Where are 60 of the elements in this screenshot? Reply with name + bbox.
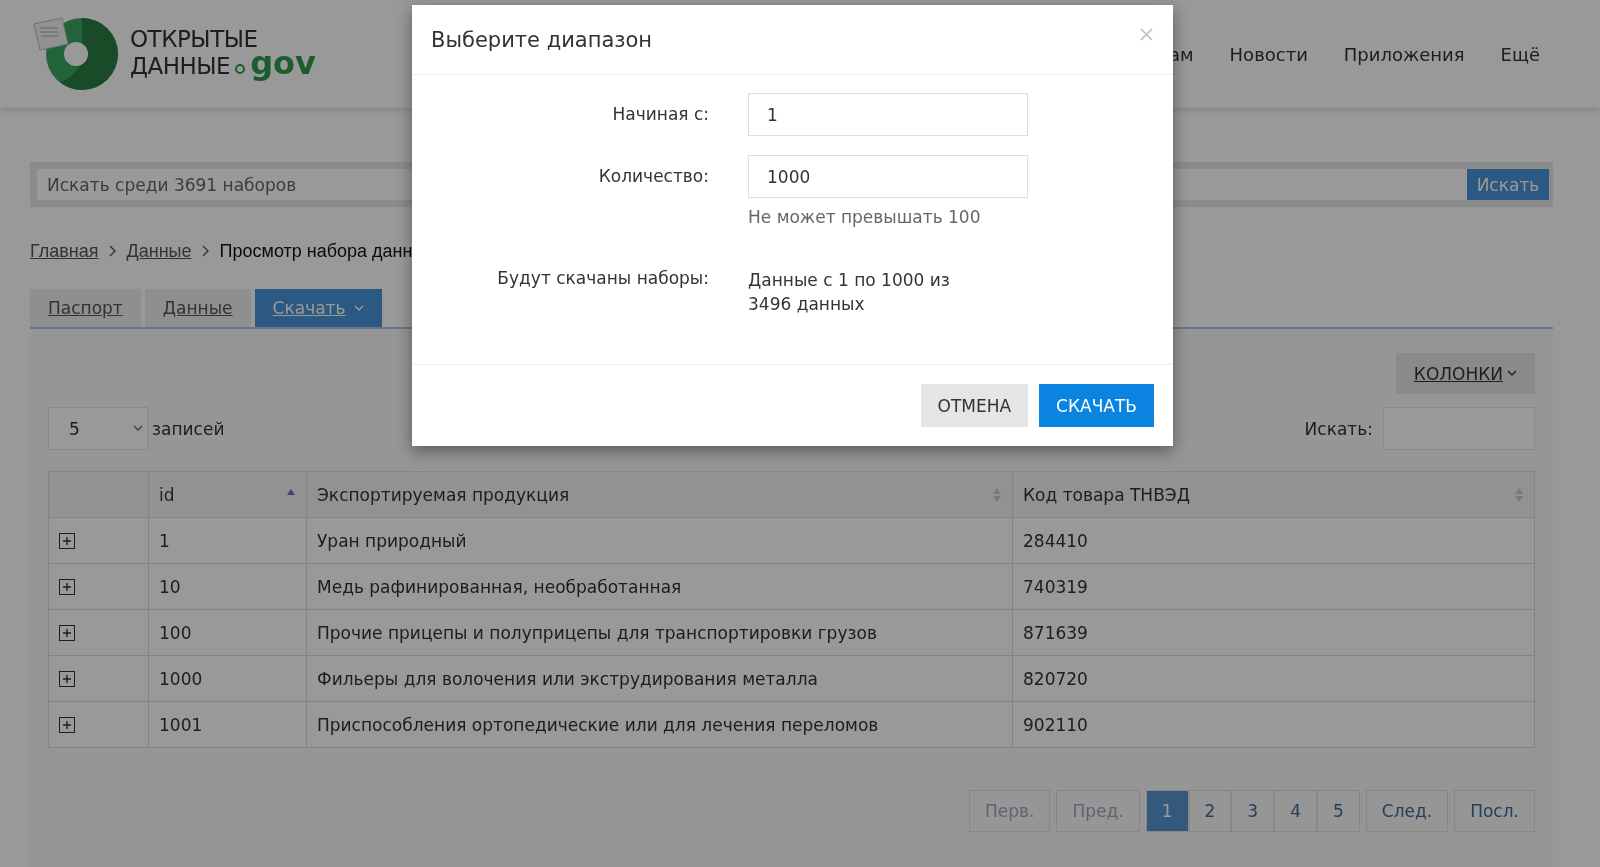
tab[interactable]: Скачать xyxy=(254,289,382,327)
pager-nav-button[interactable]: След. xyxy=(1365,790,1449,832)
chevron-down-icon xyxy=(133,425,143,432)
columns-button[interactable]: КОЛОНКИ xyxy=(1395,353,1535,394)
column-header[interactable]: Код товара ТНВЭД xyxy=(1012,471,1535,518)
chevron-icon xyxy=(108,245,117,257)
table-cell: 1 xyxy=(148,517,307,564)
modal-title: Выберите диапазон xyxy=(431,27,653,52)
input-field[interactable]: 1 xyxy=(748,93,1028,136)
field-label: Начиная с: xyxy=(611,103,709,124)
column-header[interactable]: Экспортируемая продукция xyxy=(306,471,1013,518)
field-hint: Не может превышать 100 xyxy=(748,207,982,227)
expand-icon[interactable] xyxy=(59,532,75,549)
page-button[interactable]: 2 xyxy=(1188,790,1232,832)
table-cell: Медь рафинированная, необработанная xyxy=(306,563,1013,610)
column-header[interactable]: id xyxy=(148,471,307,518)
nav-link[interactable]: Ещё xyxy=(1500,43,1540,65)
chevron-icon xyxy=(201,245,210,257)
tab[interactable]: Паспорт xyxy=(30,289,141,327)
nav-link[interactable]: Приложения xyxy=(1343,43,1465,65)
input-field[interactable]: 1000 xyxy=(748,155,1028,198)
expand-icon[interactable] xyxy=(59,624,75,641)
nav-link[interactable]: Новости xyxy=(1229,43,1308,65)
expand-icon[interactable] xyxy=(59,578,75,595)
page-button[interactable]: 3 xyxy=(1231,790,1275,832)
logo-text: ДАННЫЕ xyxy=(130,53,231,81)
pager-nav-button[interactable]: Посл. xyxy=(1454,790,1535,832)
table-cell: 871639 xyxy=(1012,609,1535,656)
download-button[interactable]: СКАЧАТЬ xyxy=(1039,384,1154,427)
table-cell: 284410 xyxy=(1012,517,1535,564)
table-cell: 1000 xyxy=(148,655,307,702)
field-label: Количество: xyxy=(597,165,709,186)
page-size-select[interactable]: 5 xyxy=(48,407,148,450)
table-cell: 100 xyxy=(148,609,307,656)
table-cell: Уран природный xyxy=(306,517,1013,564)
page-button[interactable]: 1 xyxy=(1145,790,1189,832)
expand-icon[interactable] xyxy=(59,716,75,733)
table-cell: Приспособления ортопедические или для лечения переломов xyxy=(306,701,1013,748)
table-cell: Прочие прицепы и полуприцепы для транспортировки грузов xyxy=(306,609,1013,656)
page-button[interactable]: 5 xyxy=(1317,790,1360,832)
page-button[interactable]: 4 xyxy=(1274,790,1317,832)
cancel-button[interactable]: ОТМЕНА xyxy=(920,384,1029,427)
table-cell: 902110 xyxy=(1012,701,1535,748)
summary-label: Будут скачаны наборы: xyxy=(496,267,709,288)
summary-text: Данные с 1 по 1000 из 3496 данных xyxy=(748,269,951,316)
caret-icon xyxy=(1507,370,1517,377)
table-cell: 10 xyxy=(148,563,307,610)
filter-label: Искать: xyxy=(1304,418,1373,439)
logo-text: ОТКРЫТЫЕ xyxy=(130,26,259,54)
table-cell: 740319 xyxy=(1012,563,1535,610)
tab[interactable]: Данные xyxy=(144,289,251,327)
page-size-label: записей xyxy=(152,418,225,439)
table-cell: Фильеры для волочения или экструдирования металла xyxy=(306,655,1013,702)
table-cell: 820720 xyxy=(1012,655,1535,702)
search-button[interactable]: Искать xyxy=(1467,169,1549,200)
breadcrumb-link[interactable]: Данные xyxy=(126,240,192,262)
breadcrumb-link[interactable]: Главная xyxy=(30,240,99,262)
table-cell: 1001 xyxy=(148,701,307,748)
breadcrumb-current[interactable]: Просмотр набора данн xyxy=(219,240,413,262)
expand-icon[interactable] xyxy=(59,670,75,687)
